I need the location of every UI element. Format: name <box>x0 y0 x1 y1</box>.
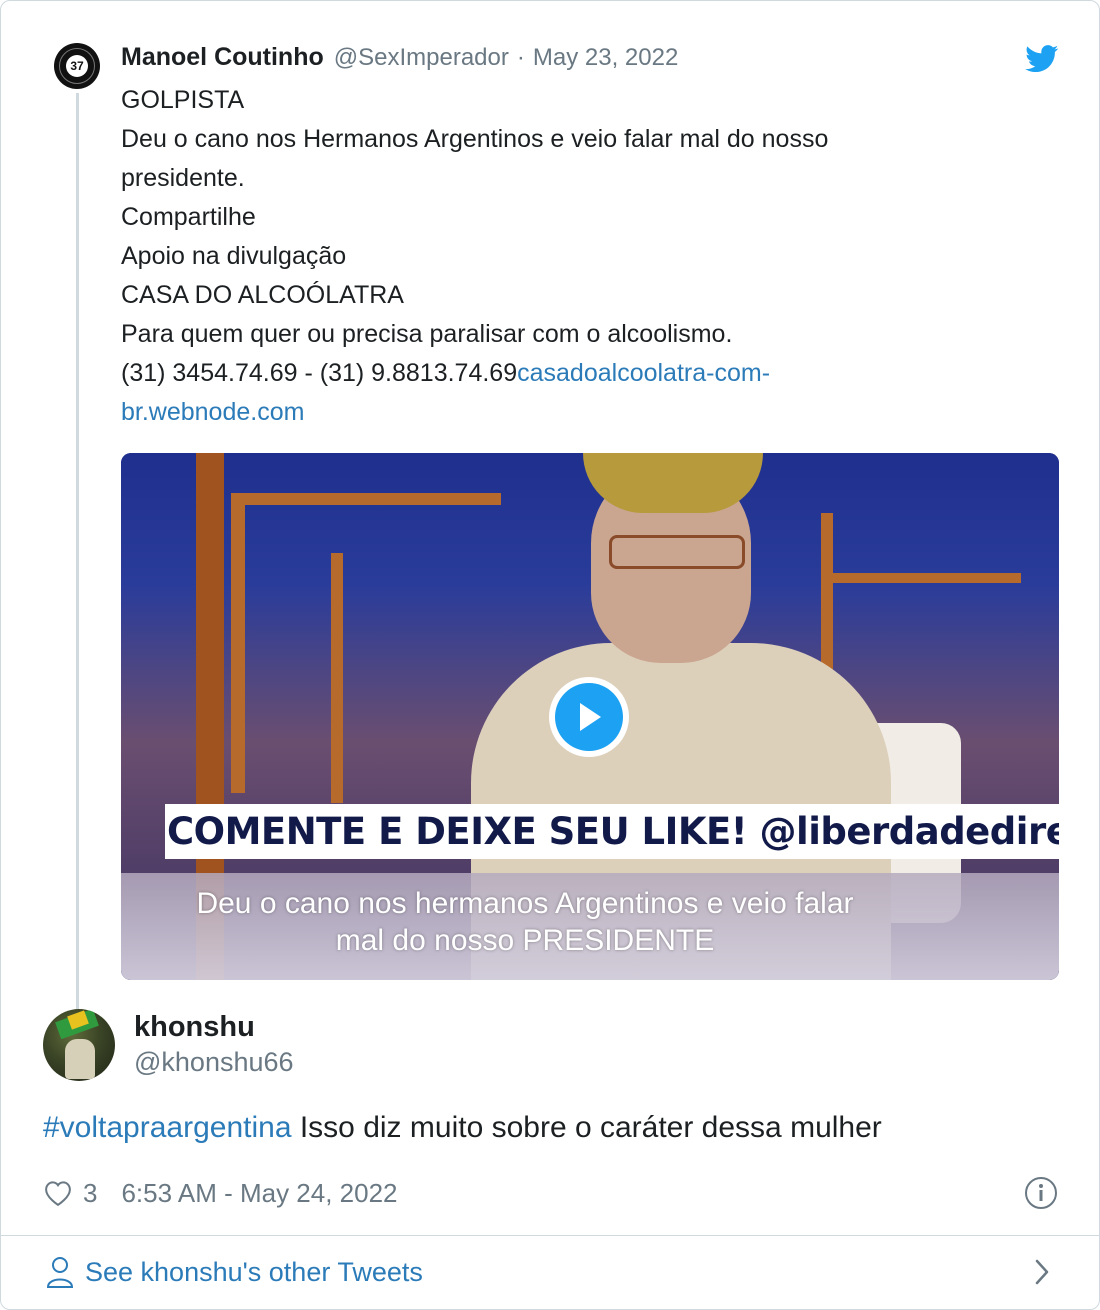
like-count[interactable]: 3 <box>83 1178 97 1209</box>
reply-body: Isso diz muito sobre o caráter dessa mul… <box>291 1111 882 1144</box>
play-icon <box>555 683 623 751</box>
parent-tweet-date[interactable]: May 23, 2022 <box>533 44 678 72</box>
studio-beam <box>331 553 343 803</box>
hashtag-link[interactable]: #voltapraargentina <box>43 1111 292 1144</box>
tweet-line: Deu o cano nos Hermanos Argentinos e vei… <box>121 125 829 192</box>
tweet-line: Para quem quer ou precisa paralisar com … <box>121 320 733 348</box>
tweet-line: GOLPISTA <box>121 86 245 114</box>
tweet-line: Compartilhe <box>121 203 256 231</box>
reply-author-handle[interactable]: @khonshu66 <box>134 1047 294 1078</box>
tweet-line: CASA DO ALCOÓLATRA <box>121 281 404 309</box>
video-banner-text: COMENTE E DEIXE SEU LIKE! @liberdadedire… <box>165 804 1059 859</box>
header-separator: · <box>516 44 525 71</box>
see-other-tweets-link[interactable]: See khonshu's other Tweets <box>45 1253 423 1291</box>
thread-connector-line <box>76 93 79 1009</box>
twitter-bird-icon[interactable] <box>1025 45 1059 73</box>
parent-tweet-text: GOLPISTA Deu o cano nos Hermanos Argenti… <box>121 81 921 432</box>
reply-author-name[interactable]: khonshu <box>134 1011 255 1044</box>
reply-author-avatar[interactable] <box>43 1009 115 1081</box>
tweet-metadata: 3 6:53 AM - May 24, 2022 <box>43 1175 398 1211</box>
tweet-timestamp[interactable]: 6:53 AM - May 24, 2022 <box>121 1178 397 1209</box>
info-icon[interactable] <box>1024 1176 1058 1210</box>
parent-author-avatar[interactable]: 37 <box>54 43 100 89</box>
tweet-line-contact: (31) 3454.74.69 - (31) 9.8813.74.69casad… <box>121 354 921 432</box>
studio-beam <box>231 493 501 505</box>
play-button[interactable] <box>549 677 629 757</box>
embedded-tweet-card: 37 Manoel Coutinho @SexImperador · May 2… <box>0 0 1100 1310</box>
chevron-right-icon[interactable] <box>1031 1257 1053 1287</box>
reply-tweet-text: #voltapraargentina Isso diz muito sobre … <box>43 1111 882 1145</box>
person-icon <box>46 1257 74 1288</box>
phone-numbers: (31) 3454.74.69 - (31) 9.8813.74.69 <box>121 359 518 387</box>
presenter-glasses <box>609 535 745 569</box>
video-thumbnail[interactable]: COMENTE E DEIXE SEU LIKE! @liberdadedire… <box>121 453 1059 980</box>
avatar-figure <box>65 1039 95 1079</box>
footer-divider <box>1 1235 1099 1236</box>
avatar-badge-number: 37 <box>66 55 88 77</box>
parent-author-handle[interactable]: @SexImperador <box>334 44 509 72</box>
avatar-ring: 37 <box>59 48 95 84</box>
tweet-line: Apoio na divulgação <box>121 242 347 270</box>
parent-author-name[interactable]: Manoel Coutinho <box>121 43 324 72</box>
video-caption: Deu o cano nos hermanos Argentinos e vei… <box>196 887 854 957</box>
studio-beam <box>231 493 245 793</box>
parent-tweet-header: Manoel Coutinho @SexImperador · May 23, … <box>121 43 678 77</box>
heart-icon[interactable] <box>43 1179 73 1207</box>
studio-beam <box>821 573 1021 583</box>
see-other-tweets-label: See khonshu's other Tweets <box>85 1256 423 1287</box>
